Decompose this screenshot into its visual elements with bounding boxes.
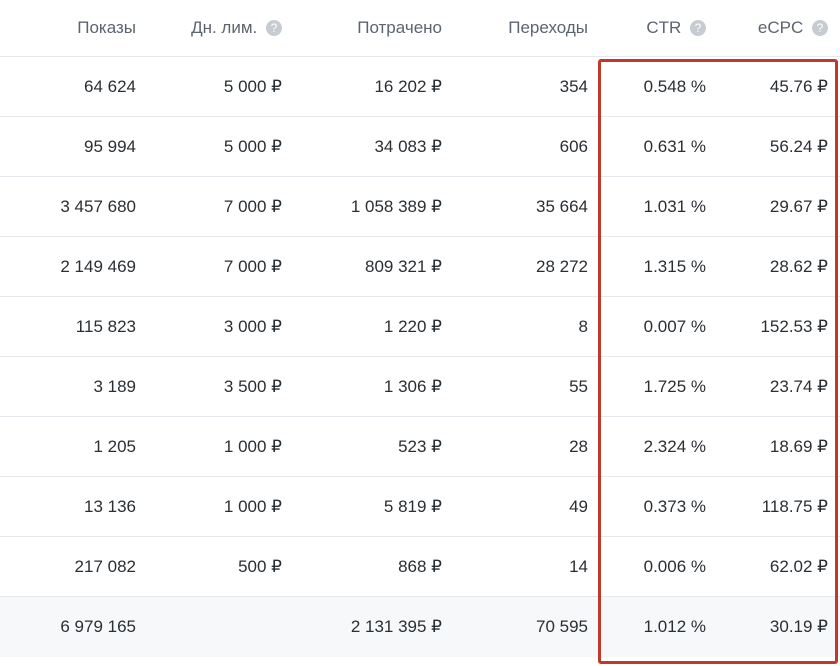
cell-spent: 809 321 ₽ [294,237,454,297]
table-header-row: Показы Дн. лим. ? Потрачено Переходы CTR… [0,0,840,57]
cell-ecpc: 29.67 ₽ [718,177,840,237]
cell-spent: 868 ₽ [294,537,454,597]
cell-clicks: 8 [454,297,600,357]
table-row[interactable]: 3 1893 500 ₽1 306 ₽551.725 %23.74 ₽ [0,357,840,417]
cell-impressions: 64 624 [0,57,148,117]
cell-daily_limit: 5 000 ₽ [148,57,294,117]
cell-ctr: 0.373 % [600,477,718,537]
cell-ctr: 0.006 % [600,537,718,597]
col-daily-limit[interactable]: Дн. лим. ? [148,0,294,57]
stats-table: Показы Дн. лим. ? Потрачено Переходы CTR… [0,0,840,657]
cell-clicks: 354 [454,57,600,117]
col-spent[interactable]: Потрачено [294,0,454,57]
cell-spent: 1 306 ₽ [294,357,454,417]
col-ecpc[interactable]: eCPC ? [718,0,840,57]
cell-clicks: 49 [454,477,600,537]
cell-daily_limit: 7 000 ₽ [148,237,294,297]
cell-ecpc: 62.02 ₽ [718,537,840,597]
cell-spent: 5 819 ₽ [294,477,454,537]
cell-clicks: 14 [454,537,600,597]
total-ctr: 1.012 % [600,597,718,657]
cell-ecpc: 56.24 ₽ [718,117,840,177]
cell-daily_limit: 1 000 ₽ [148,477,294,537]
cell-daily_limit: 7 000 ₽ [148,177,294,237]
cell-clicks: 606 [454,117,600,177]
cell-ctr: 1.725 % [600,357,718,417]
cell-daily_limit: 3 500 ₽ [148,357,294,417]
col-daily-limit-label: Дн. лим. [191,18,257,37]
cell-impressions: 13 136 [0,477,148,537]
help-icon[interactable]: ? [690,20,706,36]
cell-ecpc: 118.75 ₽ [718,477,840,537]
cell-impressions: 115 823 [0,297,148,357]
cell-spent: 1 058 389 ₽ [294,177,454,237]
cell-ctr: 0.548 % [600,57,718,117]
cell-daily_limit: 3 000 ₽ [148,297,294,357]
cell-ecpc: 45.76 ₽ [718,57,840,117]
cell-clicks: 55 [454,357,600,417]
cell-ctr: 0.007 % [600,297,718,357]
col-ctr[interactable]: CTR ? [600,0,718,57]
col-clicks[interactable]: Переходы [454,0,600,57]
table-total-row: 6 979 165 2 131 395 ₽70 5951.012 %30.19 ₽ [0,597,840,657]
cell-spent: 523 ₽ [294,417,454,477]
cell-impressions: 1 205 [0,417,148,477]
col-spent-label: Потрачено [357,18,442,37]
table-row[interactable]: 64 6245 000 ₽16 202 ₽3540.548 %45.76 ₽ [0,57,840,117]
cell-daily_limit: 1 000 ₽ [148,417,294,477]
cell-ctr: 1.031 % [600,177,718,237]
total-ecpc: 30.19 ₽ [718,597,840,657]
cell-impressions: 217 082 [0,537,148,597]
cell-ctr: 1.315 % [600,237,718,297]
cell-ecpc: 152.53 ₽ [718,297,840,357]
table-row[interactable]: 2 149 4697 000 ₽809 321 ₽28 2721.315 %28… [0,237,840,297]
cell-ecpc: 18.69 ₽ [718,417,840,477]
cell-impressions: 3 189 [0,357,148,417]
total-spent: 2 131 395 ₽ [294,597,454,657]
total-daily_limit [148,597,294,657]
total-clicks: 70 595 [454,597,600,657]
cell-daily_limit: 500 ₽ [148,537,294,597]
cell-ctr: 2.324 % [600,417,718,477]
col-impressions-label: Показы [77,18,136,37]
table-row[interactable]: 1 2051 000 ₽523 ₽282.324 %18.69 ₽ [0,417,840,477]
table-row[interactable]: 115 8233 000 ₽1 220 ₽80.007 %152.53 ₽ [0,297,840,357]
col-ctr-label: CTR [646,18,681,37]
cell-spent: 34 083 ₽ [294,117,454,177]
col-impressions[interactable]: Показы [0,0,148,57]
table-row[interactable]: 95 9945 000 ₽34 083 ₽6060.631 %56.24 ₽ [0,117,840,177]
table-row[interactable]: 217 082500 ₽868 ₽140.006 %62.02 ₽ [0,537,840,597]
total-impressions: 6 979 165 [0,597,148,657]
help-icon[interactable]: ? [812,20,828,36]
cell-ecpc: 23.74 ₽ [718,357,840,417]
col-ecpc-label: eCPC [758,18,803,37]
cell-impressions: 95 994 [0,117,148,177]
cell-impressions: 2 149 469 [0,237,148,297]
cell-daily_limit: 5 000 ₽ [148,117,294,177]
col-clicks-label: Переходы [508,18,588,37]
cell-clicks: 35 664 [454,177,600,237]
table-row[interactable]: 3 457 6807 000 ₽1 058 389 ₽35 6641.031 %… [0,177,840,237]
help-icon[interactable]: ? [266,20,282,36]
cell-clicks: 28 272 [454,237,600,297]
cell-spent: 1 220 ₽ [294,297,454,357]
cell-ctr: 0.631 % [600,117,718,177]
table-row[interactable]: 13 1361 000 ₽5 819 ₽490.373 %118.75 ₽ [0,477,840,537]
cell-impressions: 3 457 680 [0,177,148,237]
cell-ecpc: 28.62 ₽ [718,237,840,297]
cell-clicks: 28 [454,417,600,477]
cell-spent: 16 202 ₽ [294,57,454,117]
